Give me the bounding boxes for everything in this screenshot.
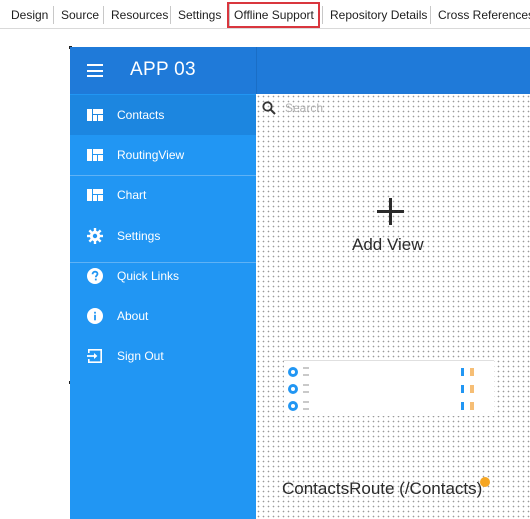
document-tab-bar: Design Source Resources Settings Offline… <box>0 0 530 29</box>
tab-cross-references[interactable]: Cross References <box>430 6 530 24</box>
sidebar-item-label: Chart <box>117 188 147 202</box>
sign-out-icon <box>87 349 102 363</box>
list-item-text <box>303 384 309 393</box>
list-item-icon <box>288 384 298 394</box>
sidebar-item-label: Sign Out <box>117 349 164 363</box>
route-badge-icon <box>480 477 490 487</box>
tab-repository-details[interactable]: Repository Details <box>322 6 427 24</box>
list-item <box>284 399 494 413</box>
designer-canvas[interactable]: APP 03 Contacts RoutingView Chart Settin… <box>69 46 530 519</box>
list-item-marker <box>461 368 464 376</box>
sidebar-item-settings[interactable]: Settings <box>70 216 256 256</box>
sidebar-item-routingview[interactable]: RoutingView <box>70 135 256 175</box>
dashboard-icon <box>87 109 103 121</box>
tab-resources[interactable]: Resources <box>103 6 168 24</box>
info-icon <box>87 308 103 324</box>
sidebar-item-about[interactable]: About <box>70 296 256 336</box>
help-icon <box>87 268 103 284</box>
dashboard-icon <box>87 189 103 201</box>
app-header: APP 03 <box>70 47 256 94</box>
sidebar-item-quick-links[interactable]: Quick Links <box>70 256 256 296</box>
list-item-marker <box>461 385 464 393</box>
content-area[interactable]: Search Add View <box>256 94 530 519</box>
sidebar: Contacts RoutingView Chart Settings Quic… <box>70 94 256 519</box>
list-item-marker <box>470 385 474 393</box>
app-title: APP 03 <box>130 59 196 80</box>
add-icon[interactable] <box>376 197 405 226</box>
list-item <box>284 365 494 379</box>
sidebar-item-label: RoutingView <box>117 148 185 162</box>
sidebar-item-label: Settings <box>117 229 161 243</box>
dashboard-icon <box>87 149 103 161</box>
list-item-marker <box>461 402 464 410</box>
sidebar-item-sign-out[interactable]: Sign Out <box>70 336 256 376</box>
app-header-bar <box>256 47 530 94</box>
tab-settings[interactable]: Settings <box>170 6 221 24</box>
search-input[interactable]: Search <box>285 101 323 115</box>
list-item <box>284 382 494 396</box>
gear-icon <box>87 228 103 244</box>
sidebar-item-label: Contacts <box>117 108 165 122</box>
sidebar-item-label: About <box>117 309 149 323</box>
search-icon <box>262 101 276 115</box>
search-bar[interactable]: Search <box>259 98 409 118</box>
sidebar-item-chart[interactable]: Chart <box>70 175 256 215</box>
list-item-marker <box>470 402 474 410</box>
route-label: ContactsRoute (/Contacts) <box>282 479 483 498</box>
list-item-icon <box>288 367 298 377</box>
sidebar-item-label: Quick Links <box>117 269 180 283</box>
sidebar-item-contacts[interactable]: Contacts <box>70 95 256 135</box>
add-view-button[interactable]: Add View <box>352 235 424 255</box>
list-item-icon <box>288 401 298 411</box>
contacts-list-preview[interactable] <box>284 360 494 416</box>
list-item-text <box>303 367 309 376</box>
tab-design[interactable]: Design <box>4 6 48 24</box>
tab-offline-support[interactable]: Offline Support <box>227 2 320 28</box>
menu-icon[interactable] <box>87 64 103 77</box>
list-item-text <box>303 401 309 410</box>
tab-source[interactable]: Source <box>53 6 99 24</box>
list-item-marker <box>470 368 474 376</box>
